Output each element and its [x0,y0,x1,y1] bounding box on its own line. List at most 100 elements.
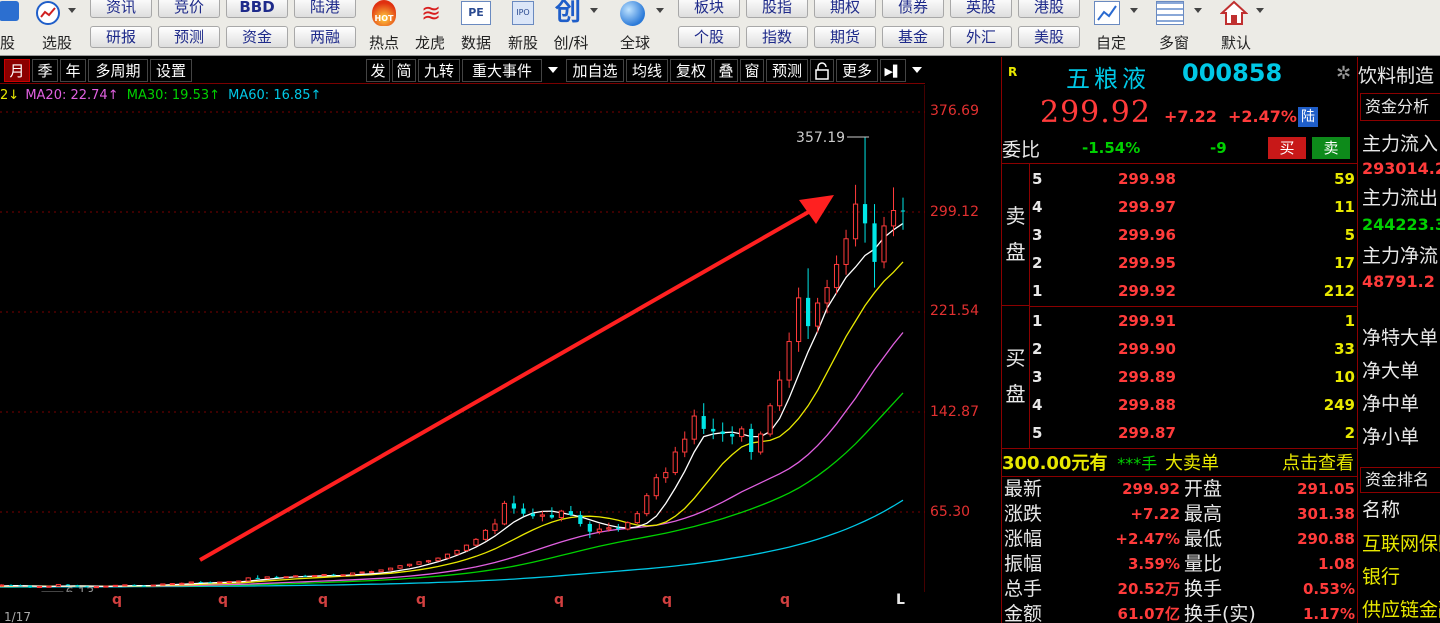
period-tab-month[interactable]: 月 [4,59,30,82]
toolbar-btn-jijin[interactable]: 基金 [882,26,944,48]
kline-btn-more[interactable]: 更多 [836,59,878,82]
price-pct: +2.47% [1228,107,1297,126]
toolbar-btn-zijin[interactable]: 资金 [226,26,288,48]
toolbar-label: 自定 [1095,34,1126,52]
tab-fund-analysis[interactable]: 资金分析 [1360,93,1440,121]
toolbar-ziding[interactable]: 自定 [1090,0,1146,56]
tab-fund-ranking[interactable]: 资金排名 [1360,467,1440,493]
chevron-down-icon[interactable] [912,67,922,73]
kline-btn-fuquan[interactable]: 复权 [670,59,712,82]
bid-volume: 2 [1344,424,1355,442]
toolbar-xingu[interactable]: IPO 新股 [503,0,543,56]
toolbar-label: 多窗 [1158,34,1189,52]
flow-label: 主力净流 [1362,245,1439,267]
period-tab-year[interactable]: 年 [60,59,86,82]
x-tick: q [416,592,427,608]
bigorder-bar[interactable]: 300.00元有 ***手 大卖单 点击查看 [1002,451,1358,477]
chevron-down-icon[interactable] [548,67,558,73]
buy-button[interactable]: 买 [1268,137,1306,159]
stock-code[interactable]: 000858 [1182,59,1282,87]
stock-name[interactable]: 五粮液 [1066,59,1150,94]
candle-body [312,575,318,578]
detail-label: 开盘 [1184,478,1223,500]
toolbar-btn-waihui[interactable]: 外汇 [950,26,1012,48]
rank-item[interactable]: 互联网保险 [1362,529,1440,556]
bid-row[interactable]: 4 299.88 249 [1002,391,1358,419]
toolbar-btn-meigu[interactable]: 美股 [1018,26,1080,48]
candle-body [150,584,156,587]
bid-row[interactable]: 3 299.89 10 [1002,363,1358,391]
max-price-label: 357.19 [796,130,845,146]
bid-row[interactable]: 2 299.90 33 [1002,335,1358,363]
kline-btn-add-watchlist[interactable]: 加自选 [566,59,624,82]
candle-body [160,583,166,586]
toolbar-duochuang[interactable]: 多窗 [1152,0,1208,56]
toolbar-chuangke[interactable]: 创 创/科 [550,0,608,56]
ask-row[interactable]: 2 299.95 17 [1002,249,1358,277]
candle-body [730,434,735,437]
chevron-down-icon[interactable] [1256,8,1264,13]
ask-row[interactable]: 3 299.96 5 [1002,221,1358,249]
toolbar-btn-qihuo[interactable]: 期货 [814,26,876,48]
ask-row[interactable]: 4 299.97 11 [1002,193,1358,221]
bid-row[interactable]: 5 299.87 2 [1002,419,1358,447]
rank-item[interactable]: 供应链金融 [1362,595,1440,622]
toolbar-btn-lugang[interactable]: 陆港 [294,0,356,18]
bid-row[interactable]: 1 299.91 1 [1002,307,1358,335]
chevron-down-icon[interactable] [1194,8,1202,13]
bigorder-action[interactable]: 点击查看 [1282,451,1354,477]
chevron-down-icon[interactable] [68,8,76,13]
level: 4 [1032,396,1043,414]
main-toolbar: 股 选股 资讯 研报 竞价 预测 BBD 资金 陆港 两融 HOT 热点 ≋ 龙… [0,0,1440,56]
toolbar-label: 选股 [41,34,72,52]
kline-btn-chuang[interactable]: 窗 [740,59,764,82]
toolbar-btn-zhishu[interactable]: 指数 [746,26,808,48]
toolbar-shuju[interactable]: PE 数据 [456,0,496,56]
price-tick: 376.69 [930,103,979,119]
toolbar-btn-guzhi[interactable]: 股指 [746,0,808,18]
chevron-down-icon[interactable] [590,8,598,13]
toolbar-moren[interactable]: 默认 [1214,0,1270,56]
toolbar-stock-select[interactable]: 股 [0,0,20,56]
sell-button[interactable]: 卖 [1312,137,1350,159]
kline-nav-end-icon[interactable]: ▶▌ [880,59,906,82]
toolbar-btn-zixun[interactable]: 资讯 [90,0,152,18]
rank-item[interactable]: 银行 [1362,562,1400,589]
ask-row[interactable]: 1 299.92 212 [1002,277,1358,305]
gear-icon[interactable]: ✲ [1336,63,1351,84]
kline-btn-major-events[interactable]: 重大事件 [462,59,542,82]
chevron-down-icon[interactable] [656,8,664,13]
toolbar-btn-qiquan[interactable]: 期权 [814,0,876,18]
kline-btn-jiuzhuan[interactable]: 九转 [418,59,460,82]
toolbar-btn-jingjia[interactable]: 竞价 [158,0,220,18]
toolbar-btn-bbd[interactable]: BBD [226,0,288,18]
detail-value: 301.38 [1297,505,1355,523]
toolbar-btn-gegu[interactable]: 个股 [678,26,740,48]
lock-icon[interactable] [810,59,834,82]
period-tab-quarter[interactable]: 季 [32,59,58,82]
toolbar-btn-yuce[interactable]: 预测 [158,26,220,48]
kline-settings-button[interactable]: 设置 [150,59,192,82]
kline-btn-die[interactable]: 叠 [714,59,738,82]
chevron-down-icon[interactable] [1130,8,1138,13]
kline-btn-ma[interactable]: 均线 [626,59,668,82]
ask-row[interactable]: 5 299.98 59 [1002,165,1358,193]
kline-btn-fa[interactable]: 发 [366,59,390,82]
period-tab-multi[interactable]: 多周期 [88,59,148,82]
sector-title[interactable]: 饮料制造 [1358,61,1434,88]
detail-value: 0.53% [1302,580,1355,598]
toolbar-longhu[interactable]: ≋ 龙虎 [410,0,450,56]
toolbar-btn-zhaiquan[interactable]: 债券 [882,0,944,18]
toolbar-xuangu[interactable]: 选股 [30,0,84,56]
toolbar-redian[interactable]: HOT 热点 [364,0,404,56]
toolbar-quanqiu[interactable]: 全球 [614,0,672,56]
kline-chart[interactable]: 357.196.13 [0,85,925,592]
toolbar-btn-yinggu[interactable]: 英股 [950,0,1012,18]
toolbar-btn-yanbao[interactable]: 研报 [90,26,152,48]
toolbar-btn-ganggu[interactable]: 港股 [1018,0,1080,18]
toolbar-btn-bankuai[interactable]: 板块 [678,0,740,18]
kline-btn-jian[interactable]: 简 [392,59,416,82]
level: 1 [1032,282,1043,300]
toolbar-btn-liangrong[interactable]: 两融 [294,26,356,48]
kline-btn-yuce[interactable]: 预测 [766,59,808,82]
